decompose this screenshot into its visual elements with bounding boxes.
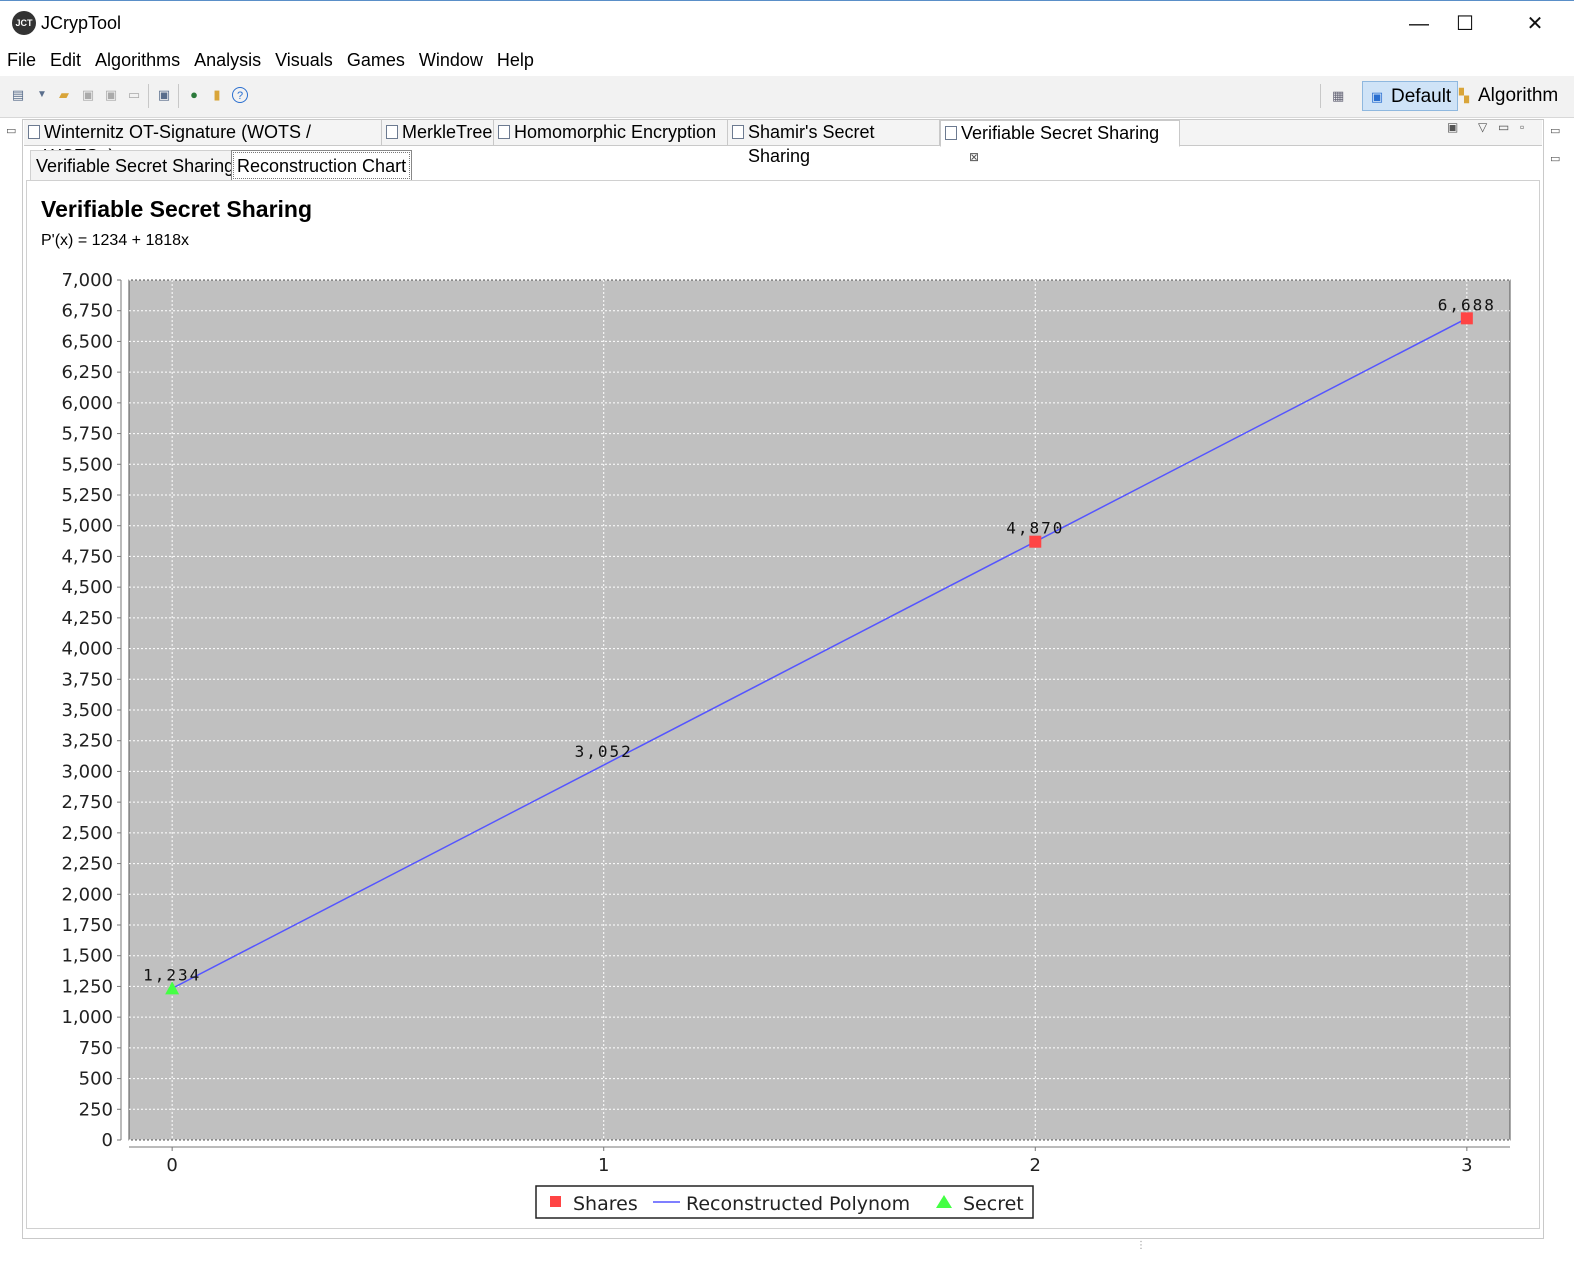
legend-shares-marker [550, 1196, 561, 1207]
y-tick-label: 5,500 [61, 454, 113, 475]
y-tick-label: 7,000 [61, 270, 113, 291]
y-tick-label: 2,500 [61, 823, 113, 844]
y-tick-label: 2,000 [61, 884, 113, 905]
y-tick-label: 5,000 [61, 516, 113, 537]
x-tick-label: 1 [598, 1155, 609, 1176]
data-label: 6,688 [1438, 295, 1496, 314]
y-tick-label: 6,500 [61, 331, 113, 352]
data-label: 1,234 [143, 965, 201, 984]
y-tick-label: 3,500 [61, 700, 113, 721]
y-tick-label: 500 [79, 1069, 113, 1090]
y-tick-label: 5,250 [61, 485, 113, 506]
y-tick-label: 4,000 [61, 639, 113, 660]
y-tick-label: 1,250 [61, 976, 113, 997]
x-tick-label: 3 [1461, 1155, 1472, 1176]
y-tick-label: 1,500 [61, 946, 113, 967]
reconstruction-chart: 0 250 500 750 1,000 1,250 1,500 1,750 2,000 2,250… [61, 270, 1511, 1219]
y-tick-label: 250 [79, 1099, 113, 1120]
y-tick-label: 4,750 [61, 546, 113, 567]
y-tick-label: 4,250 [61, 608, 113, 629]
y-tick-label: 3,250 [61, 731, 113, 752]
status-bar-grip: ⋮ [1136, 1240, 1146, 1251]
legend-shares-label: Shares [573, 1193, 638, 1215]
data-label: 3,052 [575, 742, 633, 761]
y-tick-label: 5,750 [61, 424, 113, 445]
y-tick-label: 2,250 [61, 854, 113, 875]
y-tick-label: 3,000 [61, 761, 113, 782]
legend-secret-label: Secret [963, 1193, 1024, 1215]
y-tick-label: 750 [79, 1038, 113, 1059]
x-tick-label: 2 [1030, 1155, 1041, 1176]
legend-polynom-label: Reconstructed Polynom [686, 1193, 910, 1215]
y-tick-label: 3,750 [61, 669, 113, 690]
y-tick-label: 6,750 [61, 301, 113, 322]
y-tick-label: 1,000 [61, 1007, 113, 1028]
y-tick-label: 6,000 [61, 393, 113, 414]
y-tick-label: 0 [102, 1130, 113, 1151]
y-tick-label: 1,750 [61, 915, 113, 936]
y-tick-label: 4,500 [61, 577, 113, 598]
y-tick-label: 2,750 [61, 792, 113, 813]
x-tick-label: 0 [166, 1155, 177, 1176]
y-tick-label: 6,250 [61, 362, 113, 383]
data-label: 4,870 [1006, 519, 1064, 538]
